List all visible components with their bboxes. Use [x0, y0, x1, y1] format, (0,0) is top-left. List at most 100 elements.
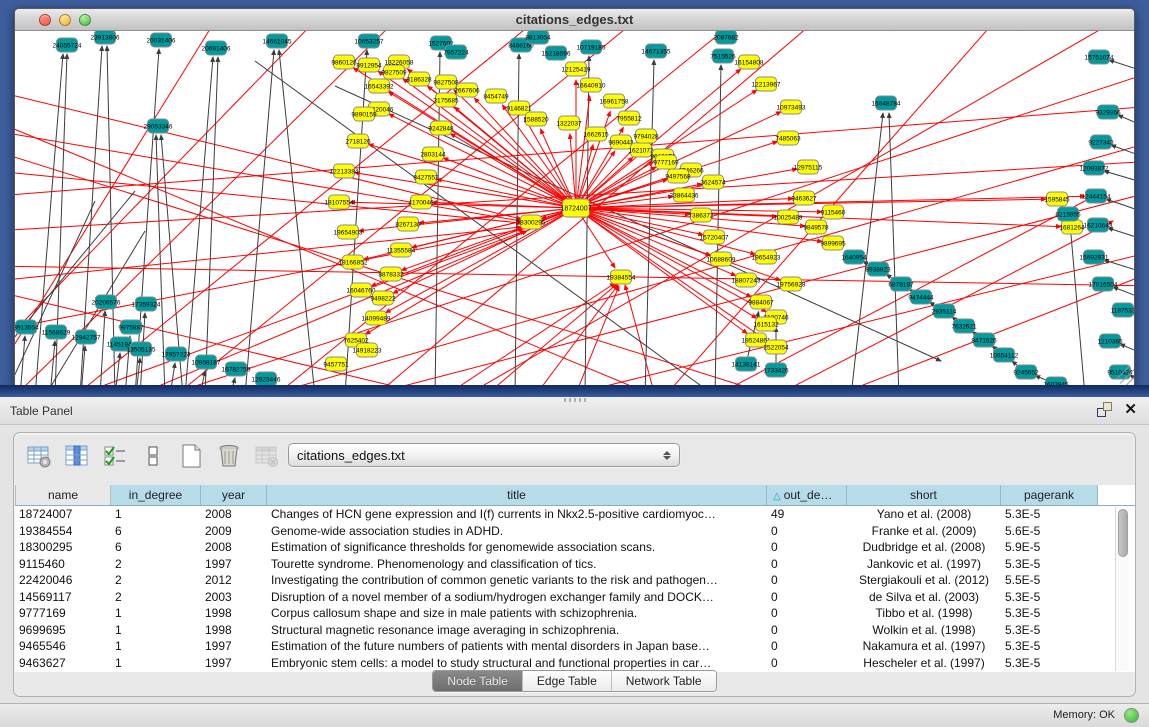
graph-node[interactable]: 9884067	[748, 295, 774, 309]
graph-node[interactable]: 20691406	[202, 41, 231, 55]
graph-node[interactable]: 1733426	[763, 363, 789, 377]
graph-node[interactable]: 7386372	[688, 208, 714, 222]
graph-node[interactable]: 17957223	[162, 347, 191, 361]
table-row[interactable]: 946362711997Embryonic stem cells: a mode…	[15, 655, 1136, 672]
table-row[interactable]: 1830029562008Estimation of significance …	[15, 539, 1136, 556]
graph-edge[interactable]	[1109, 60, 1134, 75]
graph-node[interactable]: 18807243	[732, 273, 761, 287]
memory-indicator-dot[interactable]	[1124, 708, 1139, 723]
column-header-pagerank[interactable]: pagerank	[1001, 485, 1098, 505]
graph-edge[interactable]	[230, 378, 235, 385]
graph-node[interactable]: 7955812	[616, 111, 642, 125]
graph-node[interactable]: 3175685	[433, 93, 459, 107]
graph-node[interactable]: 17359324	[132, 297, 161, 311]
graph-node[interactable]: 15751074	[1085, 50, 1114, 64]
graph-node[interactable]: 8813054	[525, 31, 551, 44]
graph-node[interactable]: 9849578	[803, 220, 829, 234]
graph-node[interactable]: 6879197	[888, 277, 914, 291]
table-select-dropdown[interactable]: citations_edges.txt	[288, 443, 680, 467]
graph-edge[interactable]	[1120, 344, 1134, 359]
graph-node[interactable]: 15218596	[542, 46, 571, 60]
column-checklist-icon[interactable]	[100, 441, 130, 471]
graph-node[interactable]: 8938923	[865, 262, 891, 276]
graph-edge[interactable]	[1106, 199, 1134, 216]
graph-edge[interactable]	[15, 266, 1134, 286]
graph-node[interactable]: 19166852	[339, 255, 368, 269]
float-panel-icon[interactable]	[1097, 402, 1112, 417]
graph-edge[interactable]	[185, 57, 213, 385]
graph-node[interactable]: 12213384	[330, 164, 359, 178]
graph-node[interactable]: 9474444	[908, 290, 934, 304]
graph-node[interactable]: 23864436	[670, 188, 699, 202]
graph-node[interactable]: 14661045	[263, 34, 292, 48]
column-header-year[interactable]: year	[201, 485, 267, 505]
graph-node[interactable]: 23913806	[91, 31, 120, 44]
graph-node[interactable]: 20031406	[147, 33, 176, 47]
graph-node[interactable]: 2667606	[454, 83, 480, 97]
graph-node[interactable]: 9860128	[331, 55, 357, 69]
graph-node[interactable]: 8878332	[378, 267, 404, 281]
graph-edge[interactable]	[107, 46, 115, 385]
column-header-out_degree[interactable]: △out_de…	[767, 485, 847, 505]
column-header-name[interactable]: name	[15, 485, 111, 505]
graph-node[interactable]: 1681264	[1059, 220, 1085, 234]
graph-node[interactable]: 9245652	[1013, 365, 1039, 379]
graph-edge[interactable]	[1108, 228, 1134, 243]
graph-node[interactable]: 9890159	[351, 107, 377, 121]
graph-node[interactable]: 12975115	[794, 160, 823, 174]
graph-node[interactable]: 20206576	[92, 295, 121, 309]
graph-node[interactable]: 14671355	[642, 44, 671, 58]
graph-edge[interactable]	[20, 336, 25, 385]
graph-edge[interactable]	[889, 113, 899, 385]
graph-node[interactable]: 10688609	[707, 252, 736, 266]
graph-node[interactable]: 18300295	[517, 215, 546, 229]
graph-node[interactable]: 2935114	[932, 304, 957, 318]
graph-node[interactable]: 8267130	[395, 217, 421, 231]
graph-node[interactable]: 8186328	[406, 72, 432, 86]
graph-node[interactable]: 15692931	[1080, 250, 1109, 264]
graph-node[interactable]: 7485063	[775, 131, 801, 145]
graph-node[interactable]: 1595845	[1044, 192, 1070, 206]
graph-node[interactable]: 7957224	[443, 45, 469, 59]
graph-node[interactable]: 13505135	[127, 342, 156, 356]
graph-node[interactable]: 19654903	[334, 225, 363, 239]
graph-node[interactable]: 10653257	[355, 34, 384, 48]
column-header-in_degree[interactable]: in_degree	[111, 485, 201, 505]
graph-edge[interactable]	[450, 134, 576, 208]
table-row[interactable]: 969969511998Structural magnetic resonanc…	[15, 622, 1136, 639]
graph-node[interactable]: 7632621	[951, 319, 977, 333]
graph-node[interactable]: 12444154	[1082, 189, 1111, 203]
graph-edge[interactable]	[15, 161, 1134, 231]
graph-node[interactable]: 12125419	[562, 62, 591, 76]
graph-node[interactable]: 1588520	[523, 112, 549, 126]
graph-node[interactable]: 1662615	[583, 127, 609, 141]
tab-edge-table[interactable]: Edge Table	[523, 671, 612, 691]
graph-node[interactable]: 9975887	[118, 320, 144, 334]
select-columns-icon[interactable]	[62, 441, 92, 471]
graph-node[interactable]: 16210643	[1084, 218, 1113, 232]
graph-edge[interactable]	[576, 208, 747, 333]
graph-node[interactable]: 2087682	[713, 31, 739, 44]
graph-node[interactable]: 11355584	[387, 243, 416, 257]
tab-node-table[interactable]: Node Table	[433, 671, 523, 691]
scrollbar-thumb[interactable]	[1118, 509, 1128, 557]
graph-node[interactable]: 1602845	[1043, 377, 1069, 385]
graph-node[interactable]: 9242848	[428, 121, 454, 135]
graph-node[interactable]: 1322037	[556, 116, 582, 130]
graph-node[interactable]: 29053346	[144, 119, 173, 133]
graph-node[interactable]: 8454749	[483, 89, 509, 103]
graph-node[interactable]: 12213967	[752, 77, 781, 91]
new-table-icon[interactable]	[176, 441, 206, 471]
graph-node[interactable]: 16961758	[600, 94, 629, 108]
table-row[interactable]: 1456911722003Disruption of a novel membe…	[15, 589, 1136, 606]
graph-node[interactable]: 10973493	[777, 100, 806, 114]
graph-node[interactable]: 19384554	[607, 270, 636, 284]
graph-node[interactable]: 1640954	[841, 250, 867, 264]
graph-node[interactable]: 14136141	[732, 357, 761, 371]
graph-node[interactable]: 9497568	[665, 169, 691, 183]
graph-node[interactable]: 9457751	[323, 357, 349, 371]
graph-node[interactable]: 9463627	[791, 191, 817, 205]
citation-network-graph[interactable]: 1872400712125419166409101696175879558121…	[15, 31, 1134, 385]
graph-node[interactable]: 8215955	[1055, 207, 1081, 221]
graph-node[interactable]: 8912954	[356, 58, 382, 72]
